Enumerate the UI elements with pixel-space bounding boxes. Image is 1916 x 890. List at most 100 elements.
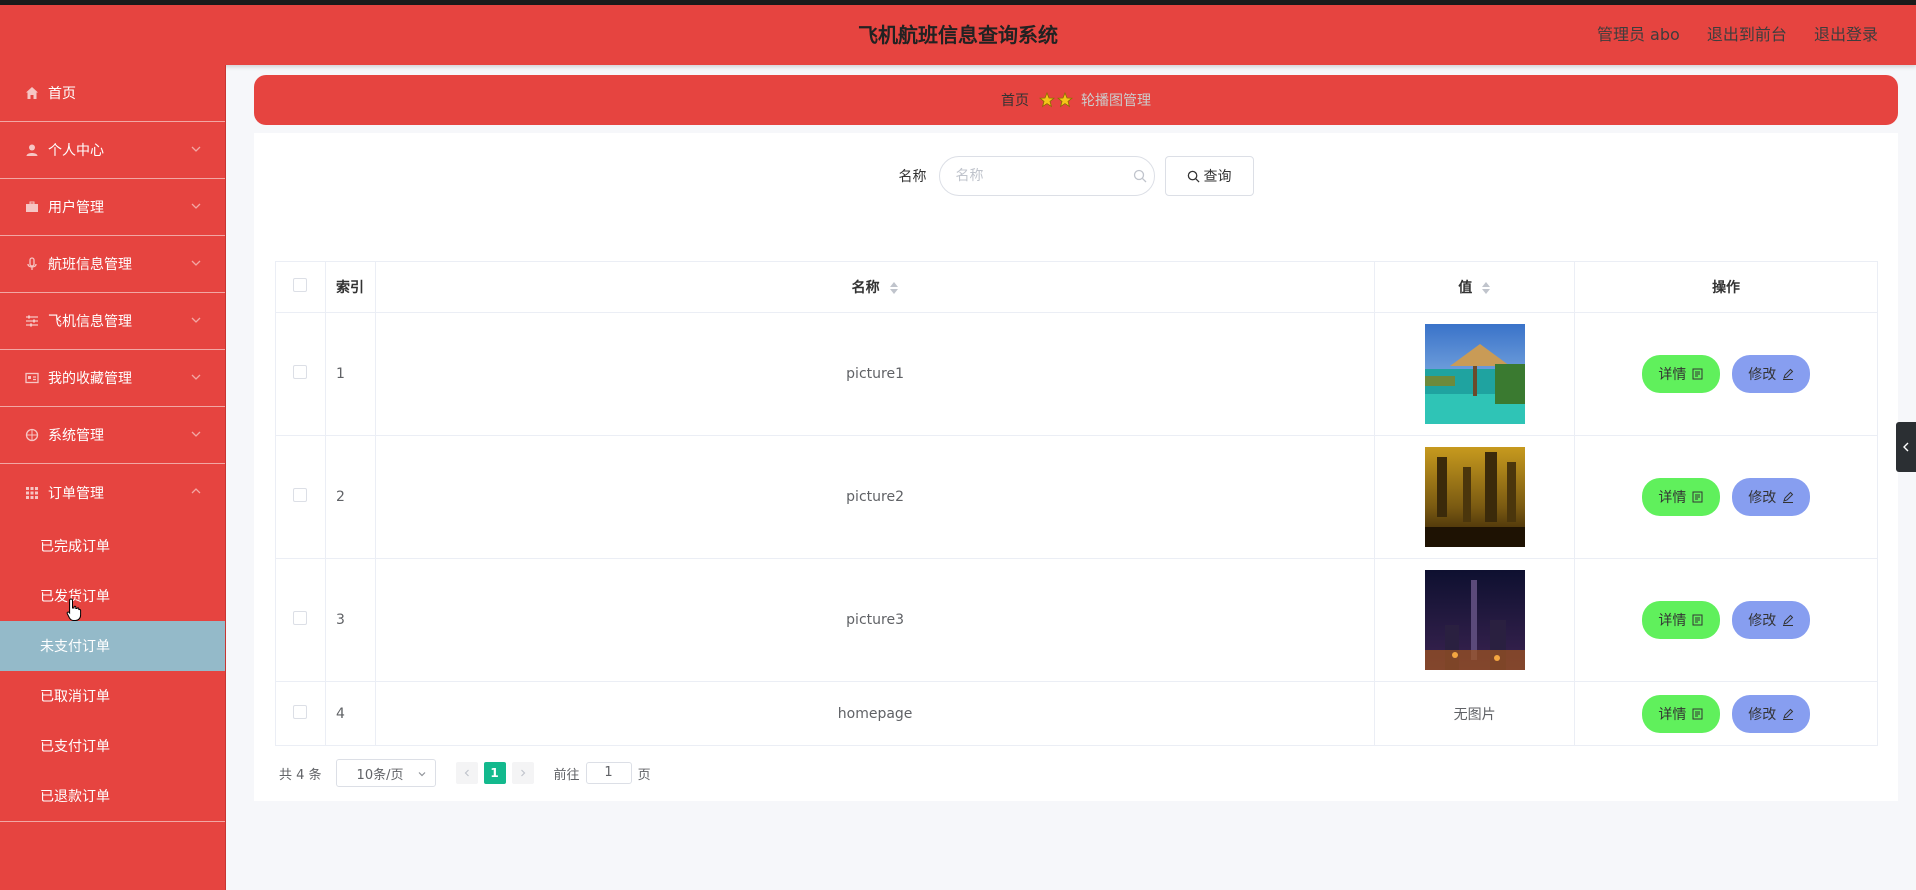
sidebar-item-orders[interactable]: 订单管理	[0, 464, 225, 521]
page-size-value: 10条/页	[356, 767, 404, 783]
chevron-down-icon	[418, 772, 425, 777]
row-checkbox-cell	[275, 312, 326, 436]
sidebar-item-personal[interactable]: 个人中心	[0, 122, 225, 179]
chevron-down-icon	[191, 431, 201, 437]
detail-button[interactable]: 详情	[1641, 478, 1720, 516]
detail-button[interactable]: 详情	[1641, 694, 1720, 733]
sidebar-item-users[interactable]: 用户管理	[0, 179, 225, 236]
table-row: 1 picture1 详情 修改	[275, 312, 1878, 436]
pencil-icon	[1783, 614, 1794, 626]
chevron-left-icon	[1903, 442, 1909, 452]
row-actions: 详情 修改	[1574, 312, 1878, 436]
prev-page-button[interactable]	[455, 762, 478, 784]
admin-user-link[interactable]: 管理员 abo	[1597, 25, 1680, 44]
submenu-shipped-orders[interactable]: 已发货订单	[0, 571, 225, 621]
detail-button-label: 详情	[1658, 613, 1687, 629]
search-label: 名称	[898, 169, 927, 185]
back-to-front-link[interactable]: 退出到前台	[1707, 25, 1787, 44]
chevron-down-icon	[191, 146, 201, 152]
sidebar-item-label: 系统管理	[48, 428, 104, 444]
sort-icon[interactable]	[889, 281, 899, 295]
submenu-completed-orders[interactable]: 已完成订单	[0, 521, 225, 571]
user-icon	[24, 142, 40, 158]
detail-button[interactable]: 详情	[1641, 355, 1720, 393]
sidebar-item-flights[interactable]: 航班信息管理	[0, 236, 225, 293]
breadcrumb-home[interactable]: 首页	[1001, 90, 1029, 110]
search-input[interactable]	[938, 156, 1155, 196]
row-checkbox[interactable]	[293, 704, 308, 719]
chevron-left-icon	[464, 769, 469, 777]
row-index: 2	[324, 435, 376, 559]
header-checkbox-cell	[275, 261, 326, 313]
grid-icon	[24, 485, 40, 501]
row-checkbox[interactable]	[293, 611, 308, 625]
detail-button[interactable]: 详情	[1641, 601, 1720, 639]
header-actions: 操作	[1574, 261, 1878, 313]
sidebar-item-label: 订单管理	[48, 485, 104, 502]
thumbnail-image-golden[interactable]	[1424, 447, 1525, 547]
document-icon	[1692, 491, 1703, 503]
side-panel-toggle[interactable]	[1896, 422, 1916, 472]
pencil-icon	[1783, 491, 1794, 503]
sidebar-item-label: 我的收藏管理	[48, 371, 132, 387]
thumbnail-image-beach[interactable]	[1424, 324, 1525, 424]
row-checkbox[interactable]	[293, 488, 308, 502]
chevron-right-icon	[520, 769, 525, 777]
pencil-icon	[1783, 708, 1794, 720]
goto-suffix: 页	[637, 767, 651, 783]
sort-icon[interactable]	[1481, 281, 1491, 295]
breadcrumb-separator	[1039, 92, 1073, 108]
sidebar-item-label: 个人中心	[48, 143, 104, 159]
goto-label: 前往	[553, 767, 580, 783]
select-all-checkbox[interactable]	[293, 278, 308, 292]
pagination-total: 共 4 条	[279, 767, 322, 783]
breadcrumb-current: 轮播图管理	[1081, 93, 1151, 109]
chevron-down-icon	[191, 260, 201, 266]
sliders-icon	[24, 313, 40, 329]
row-value	[1374, 312, 1576, 436]
chevron-down-icon	[191, 317, 201, 323]
table-header-row: 索引 名称 值 操作	[275, 261, 1878, 313]
document-icon	[1692, 614, 1703, 626]
page-number-current[interactable]: 1	[483, 762, 506, 784]
submenu-paid-orders[interactable]: 已支付订单	[0, 721, 225, 771]
chevron-down-icon	[191, 203, 201, 209]
hand-cursor-icon	[66, 598, 82, 621]
header-index: 索引	[324, 261, 376, 313]
submenu-unpaid-orders[interactable]: 未支付订单	[0, 621, 225, 671]
row-checkbox-cell	[275, 435, 326, 559]
row-checkbox[interactable]	[293, 365, 308, 379]
id-card-icon	[24, 370, 40, 386]
sidebar: 首页 个人中心 用户管理 航班信息管理 飞机信息管理 我的收藏管理 系统管理 订…	[0, 65, 226, 890]
goto-page-input[interactable]: 1	[585, 762, 632, 784]
chevron-down-icon	[191, 374, 201, 380]
sidebar-item-planes[interactable]: 飞机信息管理	[0, 293, 225, 350]
submenu-refunded-orders[interactable]: 已退款订单	[0, 771, 225, 821]
row-value	[1374, 435, 1576, 559]
header-name[interactable]: 名称	[374, 261, 1376, 313]
edit-button[interactable]: 修改	[1732, 478, 1811, 516]
row-name: picture2	[374, 435, 1376, 559]
sidebar-item-favorites[interactable]: 我的收藏管理	[0, 350, 225, 407]
detail-button-label: 详情	[1658, 367, 1687, 383]
sidebar-item-label: 飞机信息管理	[48, 314, 132, 330]
header-value-label: 值	[1458, 280, 1473, 296]
header-value[interactable]: 值	[1374, 261, 1576, 313]
thumbnail-image-night-city[interactable]	[1424, 570, 1525, 670]
search-icon	[1187, 170, 1200, 183]
search-button[interactable]: 查询	[1164, 156, 1254, 196]
edit-button[interactable]: 修改	[1732, 694, 1811, 733]
sidebar-item-system[interactable]: 系统管理	[0, 407, 225, 464]
next-page-button[interactable]	[511, 762, 534, 784]
row-actions: 详情 修改	[1574, 435, 1878, 559]
microphone-icon	[24, 256, 40, 272]
document-icon	[1692, 368, 1703, 380]
logout-link[interactable]: 退出登录	[1814, 25, 1878, 44]
row-value: 无图片	[1374, 681, 1576, 746]
edit-button[interactable]: 修改	[1732, 601, 1811, 639]
page-size-select[interactable]: 10条/页	[335, 759, 436, 787]
submenu-cancelled-orders[interactable]: 已取消订单	[0, 671, 225, 721]
sidebar-item-home[interactable]: 首页	[0, 65, 225, 122]
edit-button[interactable]: 修改	[1732, 355, 1811, 393]
sidebar-item-label: 航班信息管理	[48, 257, 132, 273]
